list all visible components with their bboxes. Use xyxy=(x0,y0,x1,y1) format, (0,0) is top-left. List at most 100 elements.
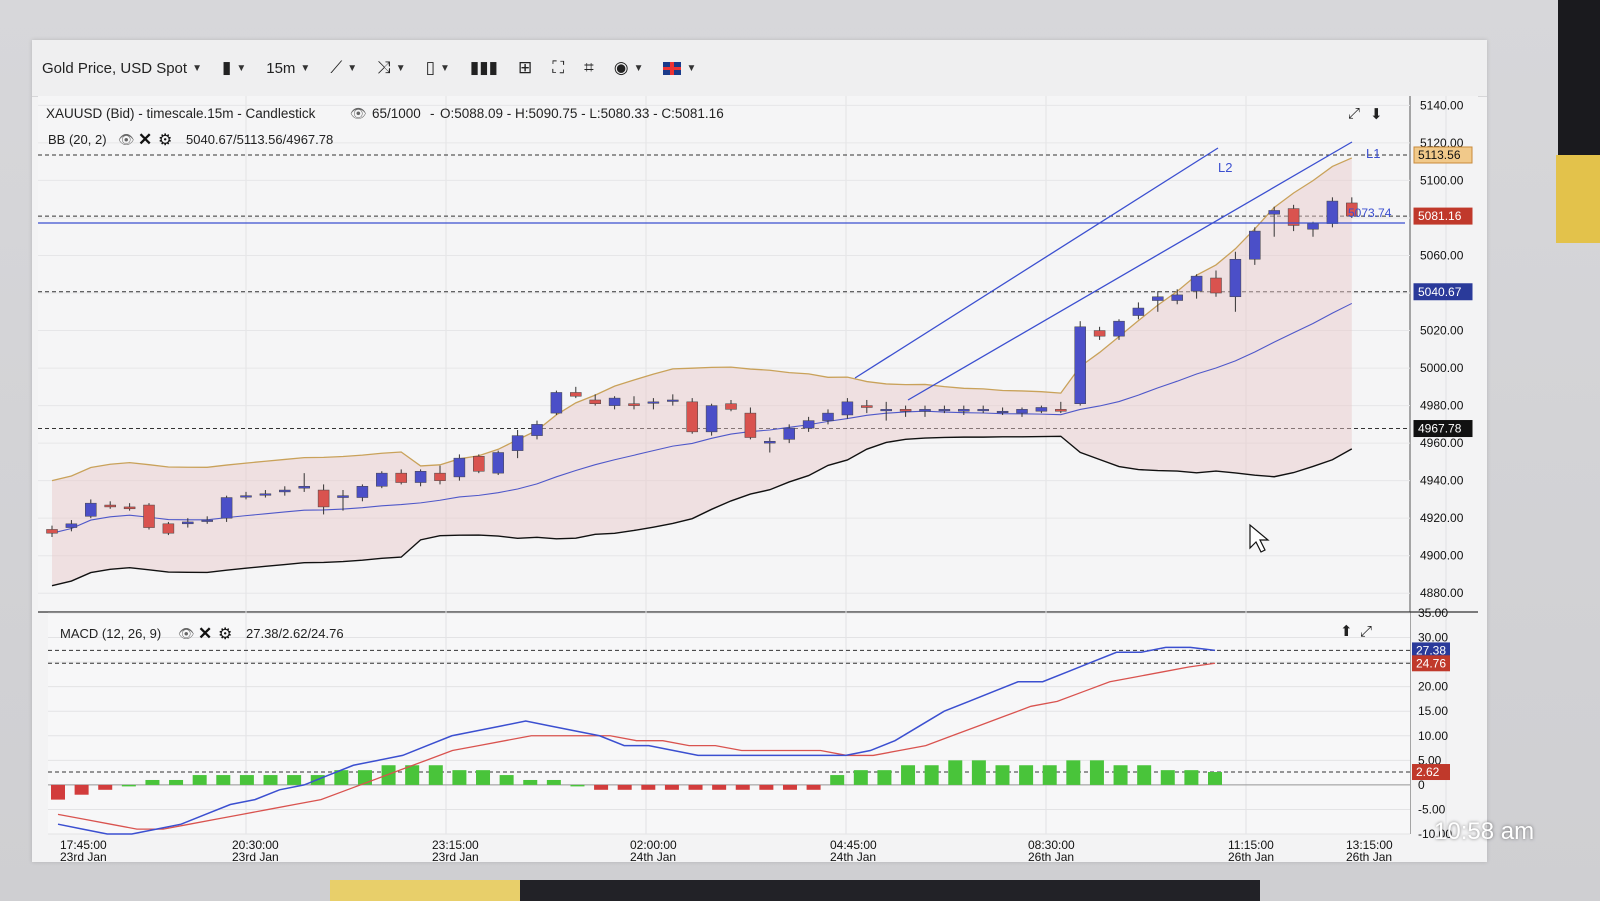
candle-up xyxy=(240,495,252,498)
candle-up xyxy=(182,521,194,525)
candle-up xyxy=(492,452,504,474)
candle-up xyxy=(764,441,776,444)
candle-up xyxy=(1152,296,1164,301)
macd-histogram-bar xyxy=(239,775,254,785)
date-tick-label: 23rd Jan xyxy=(232,850,279,864)
candle-up xyxy=(531,424,543,436)
macd-tick-label: 20.00 xyxy=(1418,680,1448,694)
macd-histogram-bar xyxy=(641,784,656,790)
macd-histogram-bar xyxy=(169,779,184,785)
candle-up xyxy=(938,409,951,412)
macd-tick-label: 35.00 xyxy=(1418,606,1448,620)
candle-up xyxy=(279,489,291,493)
candle-down xyxy=(123,506,136,510)
close-price-tag: 5081.16 xyxy=(1418,209,1462,223)
candle-down xyxy=(434,472,446,481)
price-tick-label: 4920.00 xyxy=(1420,511,1464,525)
candle-up xyxy=(647,401,660,404)
price-tick-label: 5100.00 xyxy=(1420,173,1464,187)
price-tick-label: 5140.00 xyxy=(1420,98,1464,112)
candle-up xyxy=(822,412,834,421)
macd-histogram-bar xyxy=(145,779,160,785)
time-axis-labels: 17:45:0023rd Jan20:30:0023rd Jan23:15:00… xyxy=(60,838,1393,864)
candle-up xyxy=(1307,223,1319,230)
eye-icon[interactable]: 👁 xyxy=(350,106,367,121)
date-tick-label: 23rd Jan xyxy=(432,850,479,864)
macd-histogram-bar xyxy=(1160,770,1175,785)
candle-up xyxy=(783,427,795,440)
macd-tick-label: 10.00 xyxy=(1418,729,1448,743)
candle-up xyxy=(996,410,1009,413)
candle-down xyxy=(162,523,175,534)
price-tick-label: 4980.00 xyxy=(1420,399,1464,413)
macd-histogram-bar xyxy=(830,775,845,785)
candle-up xyxy=(356,486,369,498)
candle-up xyxy=(1074,326,1086,404)
candle-down xyxy=(628,403,640,406)
macd-histogram-bar xyxy=(476,770,491,785)
candle-up xyxy=(958,409,970,412)
candle-down xyxy=(589,399,601,404)
macd-histogram-bar xyxy=(948,760,963,785)
candle-up xyxy=(608,397,621,406)
candle-up xyxy=(1229,258,1242,298)
arrow-up-icon[interactable]: ⬆ xyxy=(1340,623,1353,640)
macd-tick-label: 15.00 xyxy=(1418,704,1448,718)
macd-histogram-bar xyxy=(1137,765,1152,785)
candle-up xyxy=(337,495,349,498)
candle-up xyxy=(65,523,78,528)
candle-up xyxy=(705,405,718,433)
macd-histogram-bar xyxy=(877,770,892,785)
bb-eye-icon[interactable]: 👁 xyxy=(118,132,135,147)
candle-up xyxy=(376,472,388,487)
candle-up xyxy=(977,409,989,412)
candle-down xyxy=(317,489,330,508)
price-tick-label: 5060.00 xyxy=(1420,248,1464,262)
macd-histogram-bar xyxy=(192,775,207,785)
price-tick-label: 4900.00 xyxy=(1420,549,1464,563)
bb-settings-gear-icon[interactable]: ⚙ xyxy=(158,132,172,149)
candle-down xyxy=(143,504,155,528)
candle-up xyxy=(453,457,466,478)
chart-canvas[interactable]: 5073.74 L1 L2 XAUUSD (Bid) - timescale.1… xyxy=(0,0,1600,901)
macd-histogram-bar xyxy=(712,784,727,790)
date-tick-label: 26th Jan xyxy=(1346,850,1392,864)
candle-down xyxy=(570,392,582,397)
macd-histogram-bar xyxy=(924,765,939,785)
candle-up xyxy=(414,471,427,483)
candle-up xyxy=(259,493,272,496)
candle-up xyxy=(841,401,854,416)
arrow-down-icon[interactable]: ⬇ xyxy=(1370,106,1383,123)
expand-panel-icon[interactable]: ⤢ xyxy=(1348,105,1361,122)
macd-histogram-bar xyxy=(74,784,89,795)
macd-histogram-bar xyxy=(216,775,231,785)
candle-down xyxy=(1093,330,1106,337)
macd-label: MACD (12, 26, 9) xyxy=(60,626,161,641)
candle-down xyxy=(46,529,58,534)
date-tick-label: 24th Jan xyxy=(830,850,876,864)
ohlc-separator: - xyxy=(430,106,435,121)
macd-histogram-bar xyxy=(1113,765,1128,785)
horizontal-line-value: 5073.74 xyxy=(1348,206,1392,220)
candle-up xyxy=(802,420,815,429)
macd-histogram-bar xyxy=(287,775,302,785)
macd-values: 27.38/2.62/24.76 xyxy=(246,626,344,641)
expand-macd-icon[interactable]: ⤢ xyxy=(1360,623,1373,640)
candle-up xyxy=(1016,409,1028,414)
macd-histogram-bar xyxy=(98,784,113,790)
bb-close-icon[interactable]: ✕ xyxy=(138,130,152,149)
candle-down xyxy=(744,412,757,438)
macd-eye-icon[interactable]: 👁 xyxy=(178,626,195,641)
macd-histogram-bar xyxy=(664,784,679,790)
candle-down xyxy=(395,472,407,483)
trend-line-l2-label: L2 xyxy=(1218,160,1232,175)
macd-histogram-bar xyxy=(617,784,632,790)
candle-up xyxy=(667,399,679,402)
macd-histogram-bar xyxy=(853,770,868,785)
candle-up xyxy=(1035,407,1048,412)
macd-histogram-bar xyxy=(546,779,561,785)
date-tick-label: 26th Jan xyxy=(1228,850,1274,864)
macd-axis-labels: 35.0030.0025.0020.0015.0010.005.000-5.00… xyxy=(1418,606,1452,841)
macd-close-icon[interactable]: ✕ xyxy=(198,624,212,643)
macd-settings-gear-icon[interactable]: ⚙ xyxy=(218,626,232,643)
